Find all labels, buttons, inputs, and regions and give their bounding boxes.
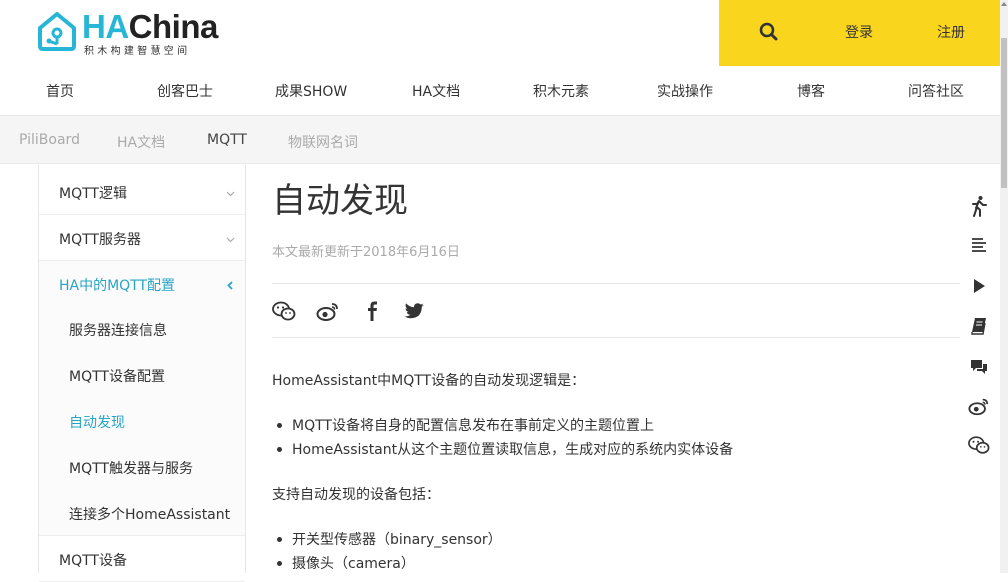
nav-item-maker-bus[interactable]: 创客巴士 bbox=[157, 81, 213, 101]
supported-devices-paragraph: 支持自动发现的设备包括： bbox=[272, 487, 440, 503]
sidebar-subitem-label: MQTT设备配置 bbox=[69, 369, 165, 385]
sidebar-item-mqtt-logic[interactable]: MQTT逻辑 bbox=[39, 169, 245, 215]
weibo-icon[interactable] bbox=[968, 395, 990, 417]
share-bar bbox=[272, 283, 960, 338]
subnav-item-ha-docs[interactable]: HA文档 bbox=[117, 132, 165, 152]
list-item: HomeAssistant从这个主题位置读取信息，生成对应的系统内实体设备 bbox=[276, 439, 733, 459]
comment-icon[interactable] bbox=[968, 356, 990, 378]
chevron-left-icon bbox=[227, 281, 233, 290]
sidebar-item-label: MQTT服务器 bbox=[59, 232, 141, 248]
walk-icon[interactable] bbox=[968, 195, 990, 217]
main-nav: 首页 创客巴士 成果SHOW HA文档 积木元素 实战操作 博客 问答社区 bbox=[0, 66, 1000, 116]
logo-text-china: China bbox=[128, 8, 219, 45]
page-scrollbar[interactable] bbox=[1000, 0, 1008, 573]
sidebar-subitem-triggers-services[interactable]: MQTT触发器与服务 bbox=[39, 444, 245, 490]
chevron-down-icon bbox=[226, 237, 235, 243]
subnav-item-iot-terms[interactable]: 物联网名词 bbox=[288, 132, 358, 152]
twitter-icon[interactable] bbox=[402, 300, 426, 322]
subnav-item-mqtt[interactable]: MQTT bbox=[207, 132, 247, 148]
site-logo[interactable]: HAChina 积木构建智慧空间 bbox=[36, 8, 236, 58]
sidebar-subitem-label: 服务器连接信息 bbox=[69, 323, 167, 339]
logo-text-ha: HA bbox=[82, 8, 129, 45]
sidebar-item-label: HA中的MQTT配置 bbox=[59, 278, 176, 294]
logo-tagline: 积木构建智慧空间 bbox=[84, 46, 191, 57]
doc-sidebar: MQTT逻辑 MQTT服务器 HA中的MQTT配置 服务器连接信息 MQTT设备… bbox=[38, 165, 246, 582]
toc-icon[interactable] bbox=[968, 235, 990, 257]
search-icon[interactable] bbox=[758, 21, 780, 43]
page-title: 自动发现 bbox=[272, 181, 408, 221]
sidebar-subitem-multiple-ha[interactable]: 连接多个HomeAssistant bbox=[39, 490, 245, 536]
sidebar-item-mqtt-server[interactable]: MQTT服务器 bbox=[39, 215, 245, 261]
nav-item-show[interactable]: 成果SHOW bbox=[275, 81, 347, 101]
sidebar-item-mqtt-devices[interactable]: MQTT设备 bbox=[39, 536, 245, 582]
nav-item-ha-docs[interactable]: HA文档 bbox=[412, 81, 460, 101]
list-item: MQTT设备将自身的配置信息发布在事前定义的主题位置上 bbox=[277, 415, 654, 435]
nav-item-practice[interactable]: 实战操作 bbox=[657, 81, 713, 101]
logo-house-icon bbox=[38, 12, 76, 51]
nav-item-community[interactable]: 问答社区 bbox=[908, 81, 964, 101]
facebook-icon[interactable] bbox=[360, 300, 384, 322]
intro-paragraph: HomeAssistant中MQTT设备的自动发现逻辑是： bbox=[272, 373, 586, 389]
register-link[interactable]: 注册 bbox=[937, 22, 965, 42]
subnav-item-piliboard[interactable]: PiliBoard bbox=[19, 132, 80, 148]
chevron-down-icon bbox=[226, 191, 235, 197]
logo-text: HAChina bbox=[82, 8, 218, 46]
list-item: 摄像头（camera） bbox=[277, 553, 415, 573]
nav-item-home[interactable]: 首页 bbox=[46, 81, 74, 101]
wechat-icon[interactable] bbox=[272, 300, 296, 322]
play-icon[interactable] bbox=[968, 275, 990, 297]
sidebar-subitem-label: MQTT触发器与服务 bbox=[69, 461, 193, 477]
list-item: 开关型传感器（binary_sensor） bbox=[277, 529, 502, 549]
nav-item-blog[interactable]: 博客 bbox=[797, 81, 825, 101]
site-header: HAChina 积木构建智慧空间 登录 注册 bbox=[0, 0, 1000, 66]
scrollbar-thumb[interactable] bbox=[1001, 38, 1007, 188]
sub-nav: PiliBoard HA文档 MQTT 物联网名词 bbox=[0, 116, 1000, 164]
sidebar-subitem-device-config[interactable]: MQTT设备配置 bbox=[39, 352, 245, 398]
sidebar-subitem-server-connection[interactable]: 服务器连接信息 bbox=[39, 306, 245, 352]
scroll-up-icon[interactable] bbox=[1001, 2, 1007, 6]
book-icon[interactable] bbox=[968, 315, 990, 337]
nav-item-elements[interactable]: 积木元素 bbox=[533, 81, 589, 101]
wechat-icon[interactable] bbox=[968, 434, 990, 456]
weibo-icon[interactable] bbox=[316, 300, 340, 322]
sidebar-item-ha-mqtt-config[interactable]: HA中的MQTT配置 bbox=[39, 261, 245, 307]
sidebar-subitem-label: 自动发现 bbox=[69, 415, 125, 431]
sidebar-subitem-auto-discovery[interactable]: 自动发现 bbox=[39, 398, 245, 444]
last-updated: 本文最新更新于2018年6月16日 bbox=[272, 245, 460, 260]
sidebar-subitem-label: 连接多个HomeAssistant bbox=[69, 507, 231, 523]
header-actions: 登录 注册 bbox=[719, 0, 1000, 66]
sidebar-item-label: MQTT设备 bbox=[59, 553, 127, 569]
sidebar-item-label: MQTT逻辑 bbox=[59, 186, 127, 202]
login-link[interactable]: 登录 bbox=[845, 22, 873, 42]
article-content: 自动发现 本文最新更新于2018年6月16日 HomeAssistant中MQT… bbox=[272, 165, 962, 573]
